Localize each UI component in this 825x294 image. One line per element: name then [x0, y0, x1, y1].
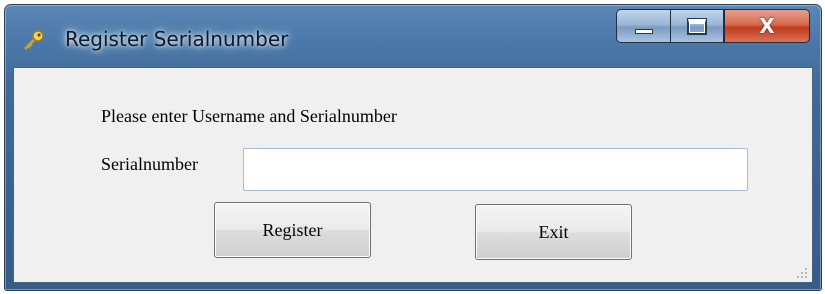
instruction-text: Please enter Username and Serialnumber	[101, 106, 397, 126]
register-window: Register Serialnumber X Please enter Use…	[4, 4, 822, 291]
minimize-button[interactable]	[616, 9, 670, 43]
serialnumber-input[interactable]	[243, 148, 748, 191]
register-button[interactable]: Register	[214, 202, 371, 258]
serialnumber-label: Serialnumber	[101, 154, 198, 174]
caption-buttons: X	[616, 9, 810, 43]
window-title: Register Serialnumber	[65, 27, 289, 51]
title-bar[interactable]: Register Serialnumber X	[5, 5, 821, 67]
close-icon: X	[759, 14, 775, 38]
dialog-body: Please enter Username and Serialnumber S…	[13, 67, 813, 283]
resize-grip[interactable]	[795, 266, 807, 278]
maximize-icon	[687, 17, 707, 35]
exit-button[interactable]: Exit	[475, 204, 632, 260]
minimize-icon	[634, 28, 653, 34]
maximize-button[interactable]	[670, 9, 724, 43]
close-button[interactable]: X	[724, 9, 810, 43]
key-icon	[24, 30, 44, 50]
